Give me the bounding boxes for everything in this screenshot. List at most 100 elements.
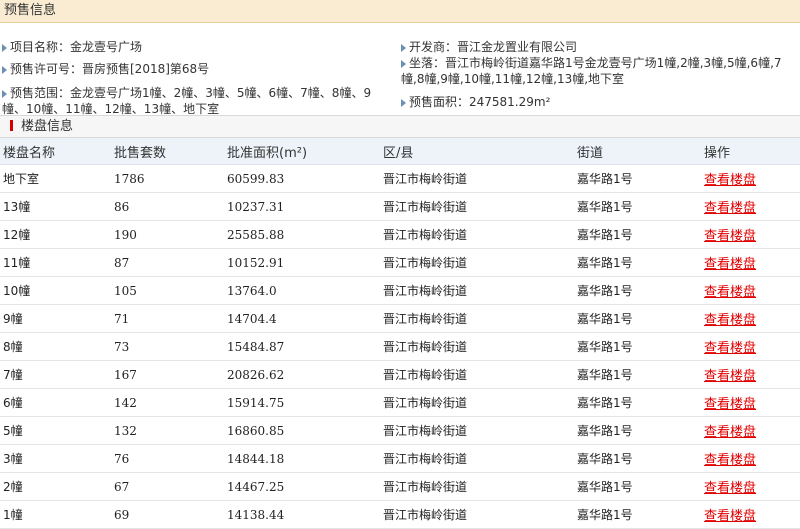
cell-building-name: 7幢 [0,360,111,389]
bullet-arrow-icon [2,43,7,52]
view-building-link[interactable]: 查看楼盘 [704,425,756,440]
cell-district: 晋江市梅岭街道 [380,304,574,333]
cell-street: 嘉华路1号 [574,332,701,361]
cell-action: 查看楼盘 [701,192,800,221]
cell-street: 嘉华路1号 [574,164,701,193]
cell-district: 晋江市梅岭街道 [380,388,574,417]
view-building-link[interactable]: 查看楼盘 [704,341,756,356]
cell-district: 晋江市梅岭街道 [380,220,574,249]
section-marker-icon [10,120,13,131]
table-header-row: 楼盘名称 批售套数 批准面积(m²) 区/县 街道 操作 [0,138,800,165]
view-building-link[interactable]: 查看楼盘 [704,509,756,524]
presale-scope-row: 预售范围：金龙壹号广场1幢、2幢、3幢、5幢、6幢、7幢、8幢、9幢、10幢、1… [2,85,392,117]
cell-area: 14138.44 [224,500,380,529]
cell-units: 69 [111,500,224,529]
table-row: 5幢 132 16860.85 晋江市梅岭街道 嘉华路1号 查看楼盘 [0,416,800,445]
cell-units: 105 [111,276,224,305]
table-row: 12幢 190 25585.88 晋江市梅岭街道 嘉华路1号 查看楼盘 [0,220,800,249]
table-row: 地下室 1786 60599.83 晋江市梅岭街道 嘉华路1号 查看楼盘 [0,164,800,193]
cell-building-name: 地下室 [0,164,111,193]
cell-area: 14467.25 [224,472,380,501]
location-row: 坐落：晋江市梅岭街道嘉华路1号金龙壹号广场1幢,2幢,3幢,5幢,6幢,7幢,8… [401,55,798,87]
view-building-link[interactable]: 查看楼盘 [704,285,756,300]
cell-building-name: 11幢 [0,248,111,277]
section-title: 楼盘信息 [21,119,74,134]
building-table: 楼盘名称 批售套数 批准面积(m²) 区/县 街道 操作 地下室 1786 6059… [0,138,800,529]
bullet-arrow-icon [401,98,406,107]
cell-area: 15484.87 [224,332,380,361]
cell-action: 查看楼盘 [701,220,800,249]
cell-street: 嘉华路1号 [574,248,701,277]
cell-building-name: 9幢 [0,304,111,333]
table-row: 3幢 76 14844.18 晋江市梅岭街道 嘉华路1号 查看楼盘 [0,444,800,473]
table-row: 7幢 167 20826.62 晋江市梅岭街道 嘉华路1号 查看楼盘 [0,360,800,389]
header-building-name: 楼盘名称 [0,138,111,165]
page-title: 预售信息 [0,0,800,23]
cell-units: 190 [111,220,224,249]
cell-building-name: 5幢 [0,416,111,445]
cell-units: 142 [111,388,224,417]
cell-action: 查看楼盘 [701,164,800,193]
cell-action: 查看楼盘 [701,444,800,473]
view-building-link[interactable]: 查看楼盘 [704,257,756,272]
cell-district: 晋江市梅岭街道 [380,472,574,501]
cell-street: 嘉华路1号 [574,500,701,529]
cell-area: 10237.31 [224,192,380,221]
presale-permit-row: 预售许可号：晋房预售[2018]第68号 [2,61,209,77]
view-building-link[interactable]: 查看楼盘 [704,313,756,328]
cell-action: 查看楼盘 [701,416,800,445]
view-building-link[interactable]: 查看楼盘 [704,173,756,188]
cell-street: 嘉华路1号 [574,276,701,305]
cell-building-name: 6幢 [0,388,111,417]
cell-area: 20826.62 [224,360,380,389]
cell-street: 嘉华路1号 [574,472,701,501]
cell-district: 晋江市梅岭街道 [380,248,574,277]
cell-building-name: 1幢 [0,500,111,529]
table-row: 2幢 67 14467.25 晋江市梅岭街道 嘉华路1号 查看楼盘 [0,472,800,501]
view-building-link[interactable]: 查看楼盘 [704,481,756,496]
view-building-link[interactable]: 查看楼盘 [704,453,756,468]
cell-district: 晋江市梅岭街道 [380,360,574,389]
header-district: 区/县 [380,138,574,165]
view-building-link[interactable]: 查看楼盘 [704,229,756,244]
table-row: 11幢 87 10152.91 晋江市梅岭街道 嘉华路1号 查看楼盘 [0,248,800,277]
cell-units: 73 [111,332,224,361]
cell-district: 晋江市梅岭街道 [380,192,574,221]
view-building-link[interactable]: 查看楼盘 [704,201,756,216]
developer: 开发商：晋江金龙置业有限公司 [409,40,578,54]
table-row: 8幢 73 15484.87 晋江市梅岭街道 嘉华路1号 查看楼盘 [0,332,800,361]
presale-scope: 预售范围：金龙壹号广场1幢、2幢、3幢、5幢、6幢、7幢、8幢、9幢、10幢、1… [2,86,372,116]
bullet-arrow-icon [2,65,7,74]
view-building-link[interactable]: 查看楼盘 [704,397,756,412]
cell-units: 167 [111,360,224,389]
cell-area: 25585.88 [224,220,380,249]
project-info: 项目名称：金龙壹号广场 预售许可号：晋房预售[2018]第68号 预售范围：金龙… [0,23,800,117]
cell-district: 晋江市梅岭街道 [380,444,574,473]
cell-building-name: 10幢 [0,276,111,305]
cell-area: 10152.91 [224,248,380,277]
cell-area: 13764.0 [224,276,380,305]
cell-district: 晋江市梅岭街道 [380,332,574,361]
cell-street: 嘉华路1号 [574,220,701,249]
cell-action: 查看楼盘 [701,500,800,529]
cell-units: 71 [111,304,224,333]
cell-building-name: 2幢 [0,472,111,501]
header-street: 街道 [574,138,701,165]
cell-action: 查看楼盘 [701,304,800,333]
cell-district: 晋江市梅岭街道 [380,416,574,445]
cell-action: 查看楼盘 [701,472,800,501]
cell-action: 查看楼盘 [701,332,800,361]
cell-building-name: 12幢 [0,220,111,249]
section-header: 楼盘信息 [0,115,800,138]
cell-action: 查看楼盘 [701,360,800,389]
cell-street: 嘉华路1号 [574,416,701,445]
bullet-arrow-icon [401,59,406,68]
cell-units: 132 [111,416,224,445]
view-building-link[interactable]: 查看楼盘 [704,369,756,384]
cell-units: 1786 [111,164,224,193]
location: 坐落：晋江市梅岭街道嘉华路1号金龙壹号广场1幢,2幢,3幢,5幢,6幢,7幢,8… [401,56,782,86]
table-row: 13幢 86 10237.31 晋江市梅岭街道 嘉华路1号 查看楼盘 [0,192,800,221]
cell-units: 87 [111,248,224,277]
table-row: 6幢 142 15914.75 晋江市梅岭街道 嘉华路1号 查看楼盘 [0,388,800,417]
cell-building-name: 3幢 [0,444,111,473]
